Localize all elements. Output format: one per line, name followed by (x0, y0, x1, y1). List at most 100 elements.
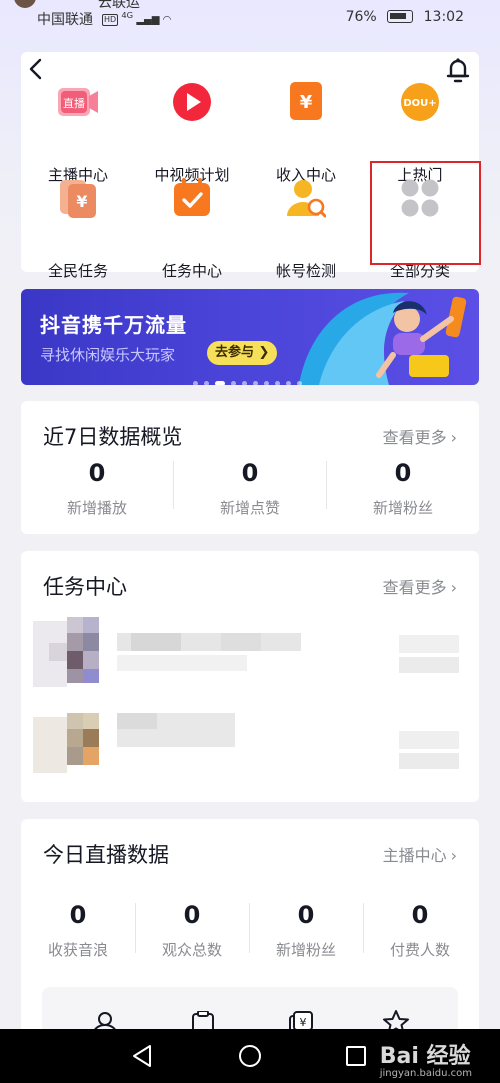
grid-item-account-check[interactable]: 帐号检测 (249, 178, 363, 280)
task-item-blurred[interactable] (21, 709, 479, 789)
stat-paying-users[interactable]: 0 付费人数 (373, 901, 467, 960)
status-right: 76% 13:02 (346, 9, 464, 25)
stat-value: 0 (88, 459, 106, 487)
status-bar: 云联运 中国联通 HD 4G ▂▄▆ ◠ 76% 13:02 (0, 0, 500, 36)
view-more-link[interactable]: 查看更多 › (383, 574, 457, 598)
anchor-center-label: 主播中心 (382, 846, 447, 865)
grid-item-label: 任务中心 (161, 262, 222, 280)
page-dot (231, 381, 236, 385)
video-play-icon (173, 83, 211, 121)
svg-text:直播: 直播 (63, 96, 85, 110)
yuan-income-icon: ¥ (290, 82, 322, 120)
promo-banner[interactable]: 抖音携千万流量 寻找休闲娱乐大玩家 去参与 ❯ (21, 289, 479, 385)
chevron-right-icon: › (450, 428, 457, 447)
stat-label: 新增播放 (66, 499, 127, 517)
task-card-icon: ¥ (60, 180, 96, 218)
task-item-blurred[interactable] (21, 613, 479, 693)
page-dot (253, 381, 258, 385)
page-dot (275, 381, 280, 385)
watermark-url: jingyan.baidu.com (379, 1068, 472, 1079)
chevron-right-icon: › (450, 578, 457, 597)
tools-grid-card: 直播 主播中心 中视频计划 ¥ 收入中心 DOU+ 上热门 ¥ 全民任务 任务中… (21, 52, 481, 280)
chevron-right-icon: › (450, 846, 457, 865)
view-more-link[interactable]: 查看更多 › (383, 424, 457, 448)
stat-value: 0 (183, 901, 201, 929)
back-triangle-icon[interactable] (130, 1043, 156, 1069)
stat-value: 0 (297, 901, 315, 929)
stat-label: 新增粉丝 (275, 941, 336, 959)
page-dot (286, 381, 291, 385)
account-search-icon (287, 180, 326, 218)
page-dot (193, 381, 198, 385)
stat-label: 付费人数 (389, 941, 450, 959)
grid-item-label: 全民任务 (47, 262, 108, 280)
stat-value: 0 (411, 901, 429, 929)
recents-square-icon[interactable] (343, 1043, 369, 1069)
grid-item-video-plan[interactable]: 中视频计划 (135, 82, 249, 184)
stat-new-likes[interactable]: 0 新增点赞 (198, 459, 302, 518)
live-streaming-icon: 直播 (58, 88, 98, 116)
grid-item-task-center[interactable]: 任务中心 (135, 178, 249, 280)
section-title: 今日直播数据 (43, 843, 169, 867)
back-arrow-icon[interactable] (23, 54, 51, 84)
stat-value: 0 (394, 459, 412, 487)
grid-item-income-center[interactable]: ¥ 收入中心 (249, 82, 363, 184)
grid-item-national-tasks[interactable]: ¥ 全民任务 (21, 178, 135, 280)
stat-new-plays[interactable]: 0 新增播放 (45, 459, 149, 518)
carrier-name: 中国联通 (37, 12, 93, 28)
stat-earned-sound-waves[interactable]: 0 收获音浪 (31, 901, 125, 960)
stat-new-fans[interactable]: 0 新增粉丝 (351, 459, 455, 518)
dou-plus-icon: DOU+ (401, 83, 439, 121)
stat-label: 观众总数 (161, 941, 222, 959)
page-dot-active (215, 381, 225, 385)
banner-subtitle: 寻找休闲娱乐大玩家 (40, 346, 176, 364)
divider (363, 903, 364, 953)
baidu-watermark: Bai 经验 jingyan.baidu.com (380, 1038, 472, 1079)
svg-text:¥: ¥ (76, 192, 87, 211)
avatar (14, 0, 36, 8)
wifi-icon: ◠ (162, 14, 172, 26)
divider (249, 903, 250, 953)
grid-item-anchor-center[interactable]: 直播 主播中心 (21, 82, 135, 184)
banner-illustration (299, 292, 467, 385)
page-dot (204, 381, 209, 385)
data-overview-card: 近7日数据概览 查看更多 › 0 新增播放 0 新增点赞 0 新增粉丝 (21, 401, 479, 534)
page-dot (264, 381, 269, 385)
view-more-label: 查看更多 (382, 428, 447, 447)
anchor-center-link[interactable]: 主播中心 › (383, 842, 457, 866)
banner-title: 抖音携千万流量 (40, 313, 187, 337)
network-indicator: HD 4G ▂▄▆ ◠ (102, 10, 172, 27)
svg-text:¥: ¥ (300, 92, 313, 113)
stat-value: 0 (69, 901, 87, 929)
signal-icon: ▂▄▆ (136, 14, 160, 26)
section-title: 近7日数据概览 (43, 425, 183, 449)
watermark-text: Bai 经验 (379, 1044, 471, 1069)
page-dot (242, 381, 247, 385)
page-dot (297, 381, 302, 385)
stat-label: 新增点赞 (219, 499, 280, 517)
divider (326, 461, 327, 509)
stat-label: 收获音浪 (47, 941, 108, 959)
task-center-card: 任务中心 查看更多 › (21, 551, 479, 802)
highlight-annotation-box (370, 161, 481, 265)
network-type: 4G (121, 10, 134, 20)
stat-value: 0 (241, 459, 259, 487)
stat-new-followers[interactable]: 0 新增粉丝 (259, 901, 353, 960)
hd-badge: HD (102, 14, 119, 27)
grid-item-label: 帐号检测 (275, 262, 336, 280)
banner-join-button[interactable]: 去参与 ❯ (207, 341, 278, 365)
divider (135, 903, 136, 953)
calendar-check-icon (174, 178, 210, 216)
svg-text:¥: ¥ (300, 1016, 307, 1029)
battery-icon (387, 10, 414, 23)
banner-pagination (193, 371, 308, 385)
section-title: 任务中心 (43, 575, 127, 599)
stat-label: 新增粉丝 (372, 499, 433, 517)
view-more-label: 查看更多 (382, 578, 447, 597)
stat-total-viewers[interactable]: 0 观众总数 (145, 901, 239, 960)
home-circle-icon[interactable] (237, 1043, 263, 1069)
svg-text:DOU+: DOU+ (403, 98, 436, 109)
divider (173, 461, 174, 509)
clock: 13:02 (423, 9, 464, 25)
battery-percent: 76% (345, 9, 377, 25)
